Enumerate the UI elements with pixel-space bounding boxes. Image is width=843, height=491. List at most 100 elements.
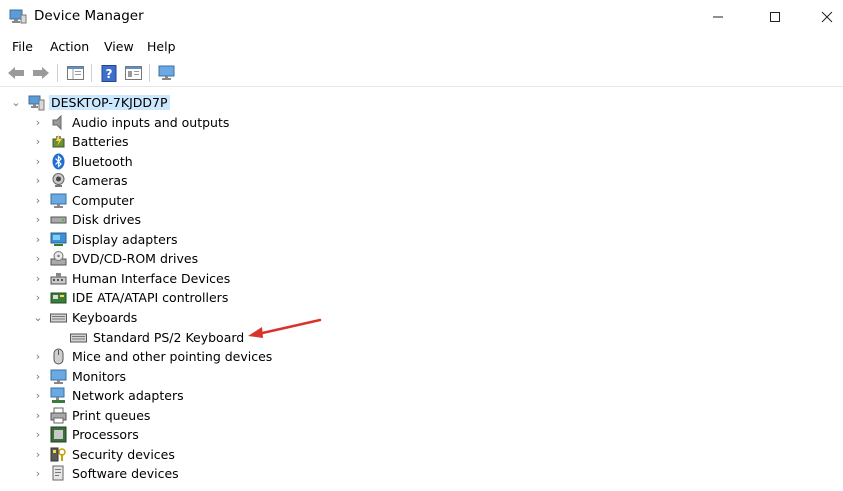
back-arrow-icon	[8, 67, 24, 79]
computer-icon	[28, 95, 45, 111]
chevron-right-icon[interactable]: ›	[33, 135, 43, 148]
maximize-icon	[770, 12, 780, 22]
chevron-right-icon[interactable]: ›	[33, 370, 43, 383]
menu-bar: File Action View Help	[0, 36, 843, 58]
tree-item-label: Disk drives	[72, 212, 141, 227]
tree-item-label: Print queues	[72, 408, 151, 423]
tree-item-dvd-cd-rom-drives[interactable]: › DVD/CD-ROM drives	[0, 249, 600, 268]
chevron-right-icon[interactable]: ›	[33, 233, 43, 246]
chevron-right-icon[interactable]: ›	[33, 448, 43, 461]
menu-view[interactable]: View	[104, 39, 134, 54]
keyboard-icon	[70, 333, 87, 343]
tree-item-label: Human Interface Devices	[72, 271, 231, 286]
menu-action[interactable]: Action	[50, 39, 89, 54]
chevron-right-icon[interactable]: ›	[33, 272, 43, 285]
tree-item-ide-ata-atapi-controllers[interactable]: › IDE ATA/ATAPI controllers	[0, 288, 600, 307]
scan-hardware-button[interactable]	[158, 64, 176, 82]
tree-item-audio-inputs-and-outputs[interactable]: › Audio inputs and outputs	[0, 113, 600, 132]
tree-item-human-interface-devices[interactable]: › Human Interface Devices	[0, 269, 600, 288]
chevron-right-icon[interactable]: ›	[33, 467, 43, 480]
minimize-button[interactable]	[695, 2, 741, 32]
keyboard-icon	[50, 313, 67, 323]
chevron-right-icon[interactable]: ›	[33, 213, 43, 226]
battery-icon	[52, 134, 65, 148]
tree-item-processors[interactable]: › Processors	[0, 425, 600, 444]
svg-text:?: ?	[105, 67, 112, 81]
back-button[interactable]	[7, 64, 25, 82]
tree-item-label: Software devices	[72, 466, 179, 481]
properties-button[interactable]	[124, 64, 142, 82]
tree-item-label: Batteries	[72, 134, 129, 149]
tree-item-label: Security devices	[72, 447, 175, 462]
tree-item-network-adapters[interactable]: › Network adapters	[0, 386, 600, 405]
tree-item-software-devices[interactable]: › Software devices	[0, 464, 600, 483]
camera-icon	[52, 173, 65, 187]
forward-arrow-icon	[33, 67, 49, 79]
properties-icon	[124, 66, 142, 80]
scan-hardware-icon	[158, 65, 175, 80]
show-hide-console-tree-button[interactable]	[66, 64, 84, 82]
toolbar: ?	[0, 60, 843, 87]
mouse-icon	[53, 348, 64, 365]
close-icon	[821, 11, 833, 23]
tree-item-label: Mice and other pointing devices	[72, 349, 273, 364]
chevron-right-icon[interactable]: ›	[33, 155, 43, 168]
chevron-down-icon[interactable]: ⌄	[11, 96, 21, 109]
menu-file[interactable]: File	[12, 39, 33, 54]
close-button[interactable]	[804, 2, 843, 32]
display-adapter-icon	[50, 232, 67, 246]
disk-drive-icon	[50, 216, 67, 224]
device-manager-icon	[9, 9, 27, 24]
tree-item-label: IDE ATA/ATAPI controllers	[72, 290, 229, 305]
tree-item-mice-and-other-pointing-devices[interactable]: › Mice and other pointing devices	[0, 347, 600, 366]
tree-item-label: Cameras	[72, 173, 128, 188]
tree-item-label: Processors	[72, 427, 139, 442]
toolbar-separator	[149, 64, 150, 82]
window-title: Device Manager	[34, 8, 144, 24]
toolbar-separator	[91, 64, 92, 82]
chevron-right-icon[interactable]: ›	[33, 350, 43, 363]
root-computer-name: DESKTOP-7KJDD7P	[49, 95, 170, 110]
title-bar: Device Manager	[0, 0, 843, 33]
chevron-right-icon[interactable]: ›	[33, 409, 43, 422]
chevron-right-icon[interactable]: ›	[33, 428, 43, 441]
chevron-right-icon[interactable]: ›	[33, 389, 43, 402]
tree-item-security-devices[interactable]: › Security devices	[0, 445, 600, 464]
tree-item-monitors[interactable]: › Monitors	[0, 367, 600, 386]
tree-item-disk-drives[interactable]: › Disk drives	[0, 210, 600, 229]
tree-item-print-queues[interactable]: › Print queues	[0, 406, 600, 425]
chevron-right-icon[interactable]: ›	[33, 174, 43, 187]
tree-item-label: Audio inputs and outputs	[72, 115, 230, 130]
tree-item-label: Keyboards	[72, 310, 138, 325]
chevron-right-icon[interactable]: ›	[33, 291, 43, 304]
annotation-arrow	[248, 318, 322, 338]
tree-item-label: Bluetooth	[72, 154, 133, 169]
menu-help[interactable]: Help	[147, 39, 176, 54]
forward-button[interactable]	[32, 64, 50, 82]
help-icon: ?	[101, 64, 116, 82]
software-device-icon	[52, 465, 64, 481]
processor-icon	[50, 426, 67, 443]
chevron-down-icon[interactable]: ⌄	[33, 311, 43, 324]
tree-root[interactable]: ⌄ DESKTOP-7KJDD7P	[0, 93, 600, 112]
tree-item-computer[interactable]: › Computer	[0, 191, 600, 210]
chevron-right-icon[interactable]: ›	[33, 116, 43, 129]
chevron-right-icon[interactable]: ›	[33, 194, 43, 207]
tree-item-display-adapters[interactable]: › Display adapters	[0, 230, 600, 249]
bluetooth-icon	[52, 153, 65, 170]
tree-item-label: DVD/CD-ROM drives	[72, 251, 199, 266]
tree-item-cameras[interactable]: › Cameras	[0, 171, 600, 190]
dvd-drive-icon	[50, 251, 67, 266]
tree-item-bluetooth[interactable]: › Bluetooth	[0, 152, 600, 171]
tree-item-label: Standard PS/2 Keyboard	[93, 330, 245, 345]
ide-controller-icon	[50, 292, 67, 304]
computer-icon	[50, 193, 67, 208]
tree-item-label: Monitors	[72, 369, 127, 384]
help-button[interactable]: ?	[100, 64, 118, 82]
tree-item-label: Network adapters	[72, 388, 184, 403]
toolbar-separator	[57, 64, 58, 82]
maximize-button[interactable]	[752, 2, 798, 32]
tree-item-batteries[interactable]: › Batteries	[0, 132, 600, 151]
tree-item-label: Computer	[72, 193, 135, 208]
chevron-right-icon[interactable]: ›	[33, 252, 43, 265]
